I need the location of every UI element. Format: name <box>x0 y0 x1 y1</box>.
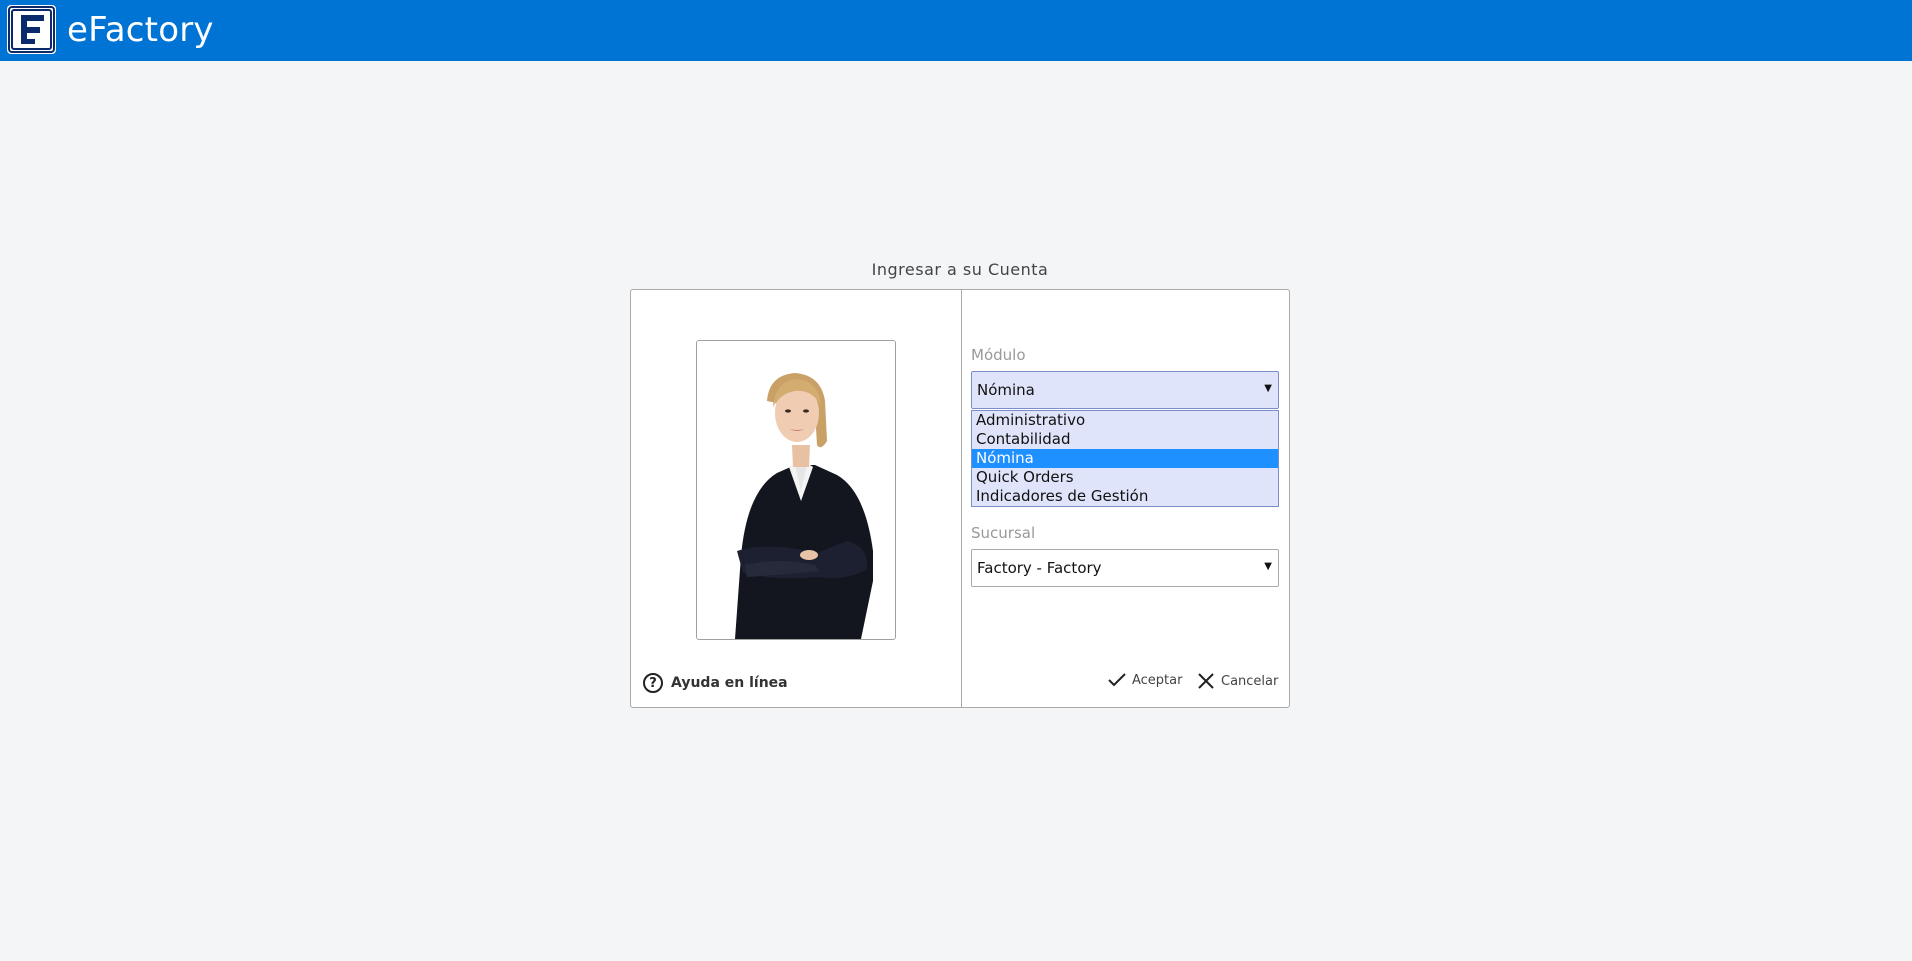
dialog-title: Ingresar a su Cuenta <box>871 260 1049 279</box>
check-icon <box>1108 673 1126 687</box>
top-bar: eFactory <box>0 0 1912 61</box>
user-photo <box>696 340 896 640</box>
login-dialog: ? Ayuda en línea Módulo Nómina ▼ Adminis… <box>630 289 1290 708</box>
accept-label: Aceptar <box>1132 672 1183 688</box>
accept-button[interactable]: Aceptar <box>1108 672 1182 688</box>
dropdown-arrow-icon: ▼ <box>1264 561 1272 572</box>
help-online-label: Ayuda en línea <box>671 675 788 691</box>
sucursal-label: Sucursal <box>971 524 1036 542</box>
cancel-label: Cancelar <box>1221 673 1279 689</box>
modulo-option-indicadores-de-gestion[interactable]: Indicadores de Gestión <box>972 487 1278 506</box>
modulo-option-quick-orders[interactable]: Quick Orders <box>972 468 1278 487</box>
sucursal-select[interactable]: Factory - Factory ▼ <box>971 549 1279 587</box>
modulo-selected-value: Nómina <box>977 381 1035 399</box>
dropdown-arrow-icon: ▼ <box>1264 383 1272 394</box>
modulo-options-list: Administrativo Contabilidad Nómina Quick… <box>971 410 1279 507</box>
sucursal-selected-value: Factory - Factory <box>977 559 1102 577</box>
cancel-button[interactable]: Cancelar <box>1197 672 1278 690</box>
help-online-link[interactable]: ? Ayuda en línea <box>643 673 788 693</box>
modulo-option-contabilidad[interactable]: Contabilidad <box>972 430 1278 449</box>
modulo-label: Módulo <box>971 346 1026 364</box>
question-circle-icon: ? <box>643 673 663 693</box>
efactory-logo-icon <box>7 5 56 54</box>
close-icon <box>1198 673 1214 689</box>
dialog-divider <box>961 290 962 707</box>
modulo-option-nomina[interactable]: Nómina <box>972 449 1278 468</box>
modulo-select[interactable]: Nómina ▼ <box>971 371 1279 409</box>
app-title: eFactory <box>67 10 214 50</box>
modulo-option-administrativo[interactable]: Administrativo <box>972 411 1278 430</box>
